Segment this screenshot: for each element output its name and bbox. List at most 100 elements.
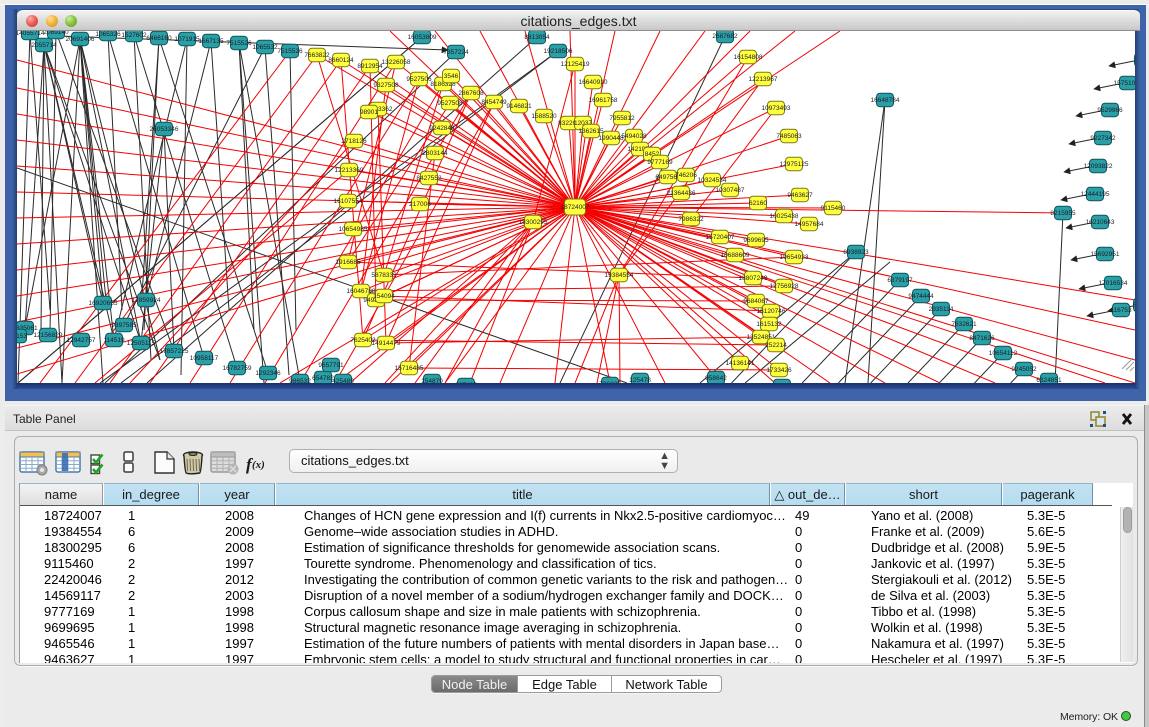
svg-text:16640910: 16640910 (579, 79, 608, 86)
svg-text:14055714: 14055714 (17, 31, 45, 37)
svg-text:1362615: 1362615 (578, 128, 604, 135)
svg-text:16107554: 16107554 (334, 198, 363, 205)
svg-text:8813054: 8813054 (524, 34, 550, 41)
svg-text:8660124: 8660124 (328, 57, 354, 64)
svg-text:7986322: 7986322 (678, 216, 704, 223)
svg-text:10307487: 10307487 (716, 187, 745, 194)
svg-text:15720407: 15720407 (706, 234, 735, 241)
svg-text:10654985: 10654985 (339, 226, 368, 233)
svg-text:15751074: 15751074 (1114, 80, 1135, 87)
svg-text:18300295: 18300295 (519, 219, 548, 226)
svg-text:3546: 3546 (444, 73, 459, 80)
svg-text:2803144: 2803144 (422, 150, 448, 157)
svg-text:10654112: 10654112 (989, 350, 1018, 357)
svg-text:10688609: 10688609 (721, 252, 750, 259)
svg-text:18724007: 18724007 (561, 204, 590, 211)
svg-text:8471626: 8471626 (969, 335, 995, 342)
svg-text:16154808: 16154808 (734, 54, 763, 61)
svg-text:13226058: 13226058 (382, 59, 411, 66)
svg-text:154094: 154094 (373, 293, 395, 300)
svg-text:98901: 98901 (360, 109, 378, 116)
svg-text:1527602: 1527602 (121, 32, 147, 39)
svg-text:217006: 217006 (409, 201, 431, 208)
svg-text:9657791: 9657791 (318, 362, 344, 369)
svg-text:12125: 12125 (1134, 57, 1135, 64)
svg-text:1292346: 1292346 (255, 370, 281, 377)
svg-text:1065326: 1065326 (95, 31, 121, 38)
svg-text:10025438: 10025438 (770, 213, 799, 220)
svg-text:(x): (x) (252, 459, 265, 471)
svg-text:12942757: 12942757 (67, 337, 96, 344)
svg-text:2055714: 2055714 (31, 42, 57, 49)
svg-text:26053346: 26053346 (150, 126, 179, 133)
svg-text:1615132: 1615132 (756, 321, 782, 328)
svg-text:9527506: 9527506 (406, 76, 432, 83)
svg-text:39153: 39153 (17, 333, 27, 340)
svg-text:21364436: 21364436 (667, 190, 696, 197)
svg-text:10973493: 10973493 (762, 105, 791, 112)
svg-text:2718126: 2718126 (341, 138, 367, 145)
svg-text:18807249: 18807249 (739, 275, 768, 282)
svg-text:12505115: 12505115 (127, 340, 156, 347)
svg-text:2867608: 2867608 (458, 90, 484, 97)
svg-text:7955812: 7955812 (609, 115, 635, 122)
svg-text:16961758: 16961758 (589, 97, 618, 104)
svg-text:9115460: 9115460 (821, 205, 846, 212)
svg-text:17857225: 17857225 (160, 348, 189, 355)
svg-text:2935114: 2935114 (929, 306, 954, 313)
svg-text:8454749: 8454749 (481, 99, 507, 106)
svg-text:12756928: 12756928 (770, 283, 799, 290)
svg-text:16920655: 16920655 (89, 300, 118, 307)
svg-text:9463627: 9463627 (787, 192, 813, 199)
svg-text:12156829: 12156829 (34, 332, 63, 339)
svg-text:16210643: 16210643 (1086, 219, 1115, 226)
svg-text:10324534: 10324534 (698, 177, 727, 184)
svg-text:1990448: 1990448 (598, 135, 624, 142)
svg-text:20691406: 20691406 (66, 36, 95, 43)
svg-text:7485063: 7485063 (776, 133, 802, 140)
svg-text:12213967: 12213967 (749, 76, 778, 83)
svg-text:19654923: 19654923 (780, 254, 809, 261)
svg-text:7632621: 7632621 (951, 321, 977, 328)
svg-text:746206: 746206 (675, 172, 697, 179)
svg-text:10958117: 10958117 (190, 355, 219, 362)
svg-text:12093822: 12093822 (1084, 163, 1113, 170)
svg-text:8427552: 8427552 (416, 175, 442, 182)
svg-text:8938923: 8938923 (843, 249, 869, 256)
svg-text:17859924: 17859924 (132, 297, 161, 304)
svg-text:9527508: 9527508 (437, 100, 463, 107)
svg-text:62160: 62160 (749, 200, 767, 207)
svg-text:16120746: 16120746 (757, 308, 786, 315)
svg-text:12125419: 12125419 (561, 61, 590, 68)
svg-text:16648784: 16648784 (871, 97, 900, 104)
svg-text:9327508: 9327508 (373, 82, 399, 89)
svg-text:17016534: 17016534 (1099, 280, 1128, 287)
svg-text:19218506: 19218506 (544, 48, 573, 55)
svg-text:1071915: 1071915 (174, 36, 200, 43)
svg-text:7515526: 7515526 (277, 48, 303, 55)
svg-text:9242848: 9242848 (429, 125, 455, 132)
svg-text:958642: 958642 (705, 375, 727, 382)
svg-text:15716485: 15716485 (395, 365, 424, 372)
svg-text:12975125: 12975125 (780, 161, 809, 168)
svg-text:9245052: 9245052 (1011, 366, 1037, 373)
svg-text:7663822: 7663822 (304, 52, 330, 59)
svg-text:1065532: 1065532 (252, 44, 278, 51)
svg-text:16053809: 16053809 (408, 34, 437, 41)
svg-text:654782: 654782 (312, 375, 334, 382)
svg-text:8912954: 8912954 (357, 63, 383, 70)
svg-text:15692951: 15692951 (1091, 251, 1120, 258)
svg-text:14136141: 14136141 (726, 360, 755, 367)
svg-text:8215955: 8215955 (1050, 210, 1076, 217)
svg-text:9146821: 9146821 (506, 103, 532, 110)
svg-text:9397585: 9397585 (111, 322, 137, 329)
svg-text:6379197: 6379197 (887, 277, 913, 284)
svg-text:2687682: 2687682 (712, 33, 738, 40)
svg-text:5494028: 5494028 (621, 133, 647, 140)
svg-text:5878332: 5878332 (371, 272, 397, 279)
svg-text:7357224: 7357224 (443, 49, 469, 56)
svg-text:9227342: 9227342 (1090, 135, 1116, 142)
svg-text:7515526: 7515526 (226, 40, 252, 47)
svg-text:1667135: 1667135 (198, 38, 224, 45)
svg-text:14957684: 14957684 (795, 221, 824, 228)
